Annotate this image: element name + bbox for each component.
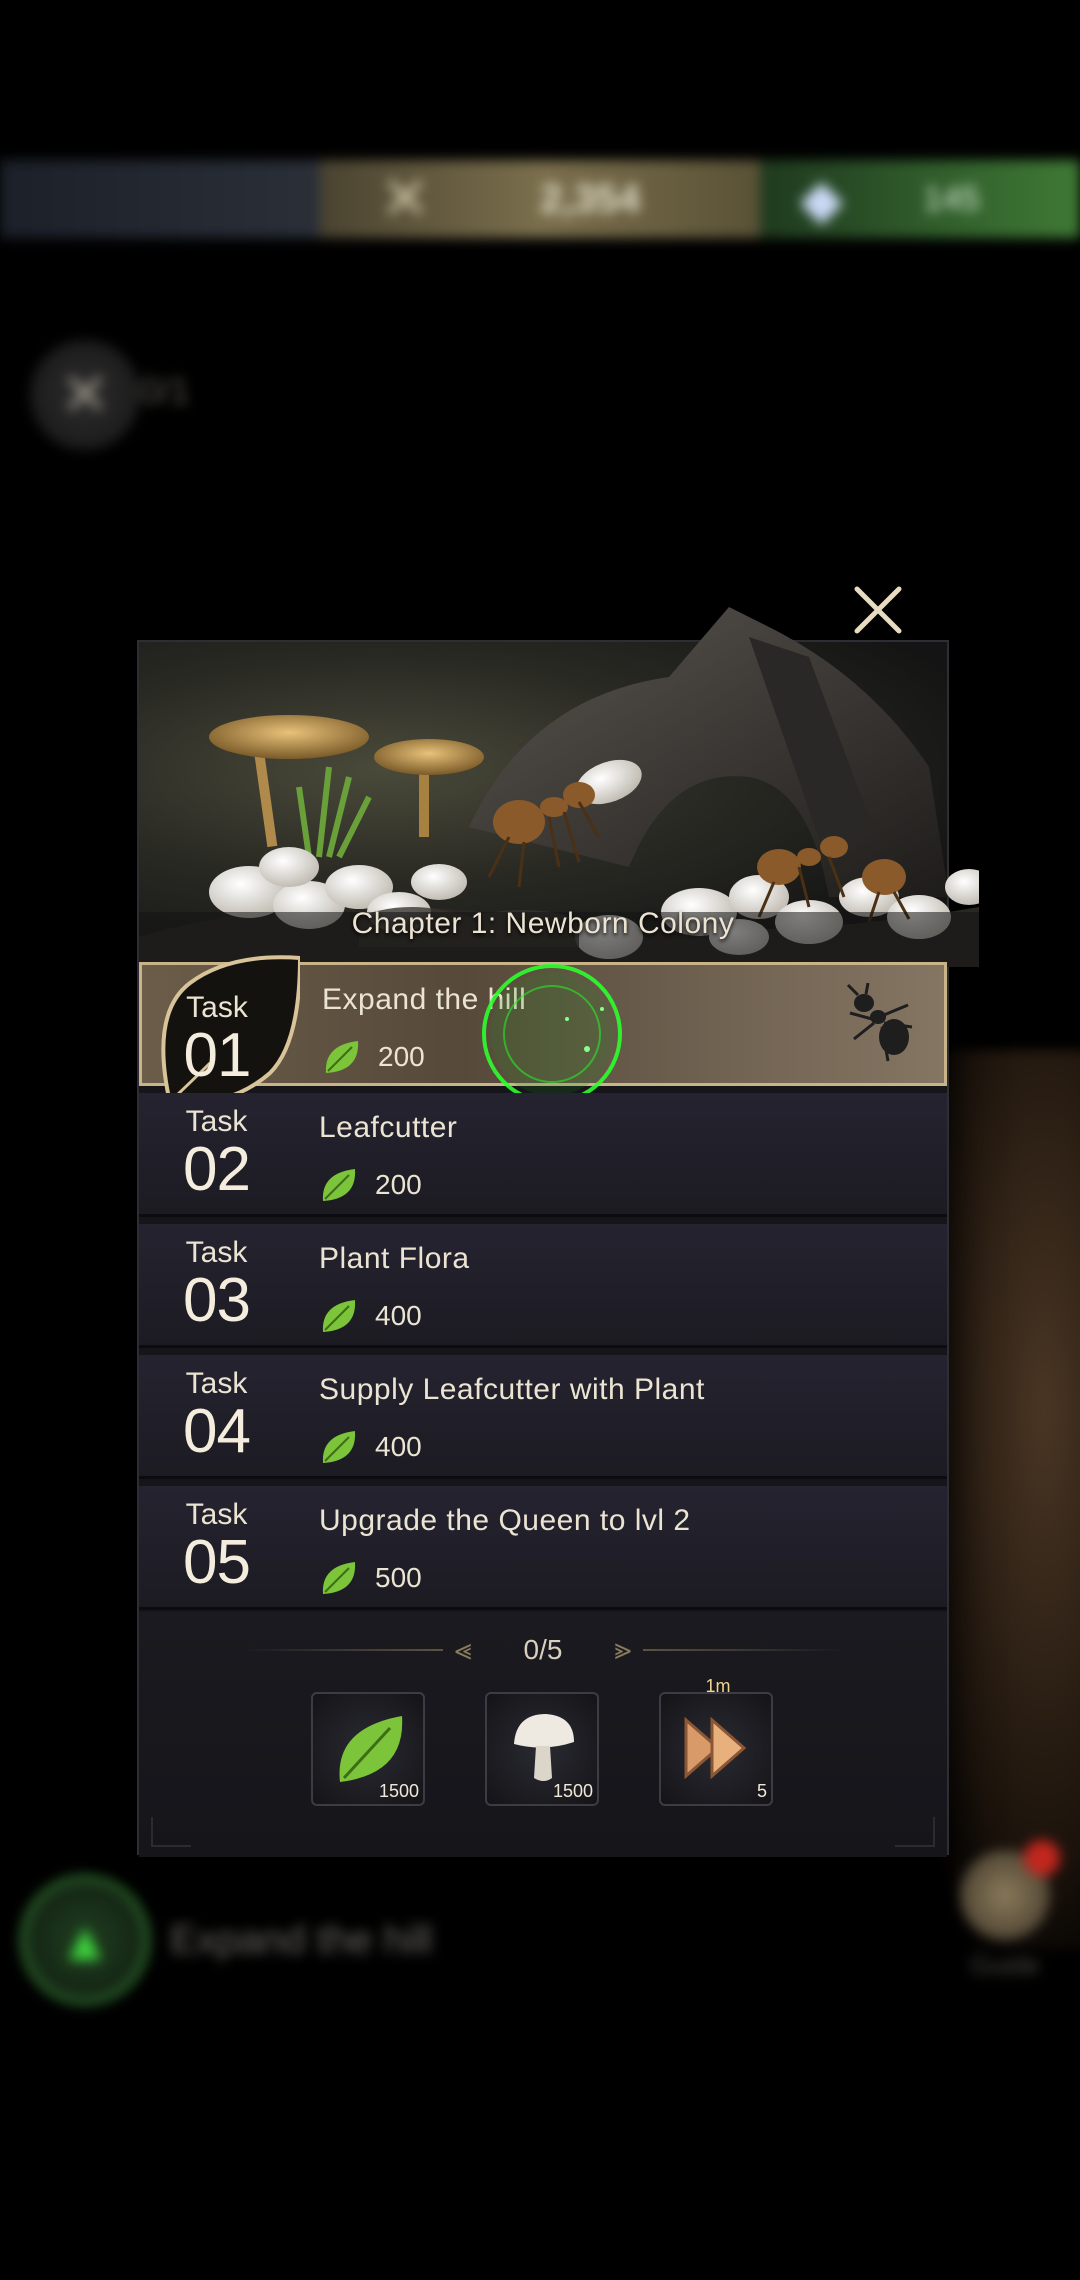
leaf-icon [325,1041,359,1073]
task-number: Task 04 [183,1367,251,1466]
task-indicator-icon: ▲ [20,1875,150,2005]
task-row-02[interactable]: Task 02 Leafcutter 200 [139,1093,947,1217]
resource-bar: ✕ 2,354 ◆ 145 [0,160,1080,238]
wing-ornament-left-icon: ⪡ [454,1633,472,1666]
task-row-03[interactable]: Task 03 Plant Flora 400 [139,1224,947,1348]
task-number: Task 05 [183,1498,251,1597]
bottom-task-label: Expand the hill [170,1917,433,1962]
task-number: Task 03 [183,1236,251,1335]
task-number: Task 01 [183,991,252,1090]
reward-speedup[interactable]: 1m 5 [659,1676,773,1806]
task-title: Plant Flora [319,1242,470,1275]
level-progress-text: 0/1 [140,370,191,411]
chapter-progress: ⪡ 0/5 ⪢ [139,1630,947,1670]
leaf-icon [322,1431,356,1463]
tap-hint-glow [482,964,622,1104]
task-row-01[interactable]: Task 01 Expand the hill 200 [139,955,947,1113]
task-title: Supply Leafcutter with Plant [319,1373,705,1406]
task-reward: 200 [319,1165,422,1205]
task-reward: 500 [319,1558,422,1598]
task-reward: 400 [319,1296,422,1336]
close-button[interactable] [854,586,937,714]
task-reward: 400 [319,1427,422,1467]
leaf-icon [322,1169,356,1201]
guide-button: Guide [950,1840,1060,1980]
diamond-icon: ◆ [800,167,844,230]
crossed-swords-badge-icon: ✕ [30,340,140,450]
task-row-05[interactable]: Task 05 Upgrade the Queen to lvl 2 500 [139,1486,947,1610]
leaf-icon [339,1716,403,1782]
task-list: Task 01 Expand the hill 200 Task 02 Leaf… [139,955,947,1617]
crossed-swords-icon: ✕ [380,165,431,232]
task-row-04[interactable]: Task 04 Supply Leafcutter with Plant 400 [139,1355,947,1479]
chapter-reward-panel: ⪡ 0/5 ⪢ 1500 1500 1m 5 [139,1612,947,1857]
mushroom-icon [514,1714,574,1781]
ant-icon [846,983,913,1062]
speedup-icon [684,1716,747,1780]
reward-leaf[interactable]: 1500 [311,1692,425,1806]
speedup-duration: 1m [705,1676,731,1696]
task-number: Task 02 [183,1105,251,1204]
chapter-title: Chapter 1: Newborn Colony [351,907,735,940]
task-title: Leafcutter [319,1111,458,1144]
diamond-value: 145 [923,179,980,218]
task-reward: 200 [322,1037,425,1077]
resource-value: 2,354 [540,176,641,221]
chapter-task-dialog: Chapter 1: Newborn Colony Task 01 Expand… [137,586,979,1857]
leaf-icon [322,1300,356,1332]
progress-text: 0/5 [523,1634,563,1665]
chapter-hero-image: Chapter 1: Newborn Colony [139,586,979,967]
notification-dot [1024,1840,1060,1876]
task-title: Upgrade the Queen to lvl 2 [319,1504,691,1537]
wing-ornament-right-icon: ⪢ [614,1633,632,1666]
bottom-current-task: ▲ Expand the hill [20,1875,460,2005]
chapter-rewards: 1500 1500 1m 5 [311,1676,773,1806]
leaf-icon [322,1562,356,1594]
reward-mushroom[interactable]: 1500 [485,1692,599,1806]
close-icon [854,586,902,634]
